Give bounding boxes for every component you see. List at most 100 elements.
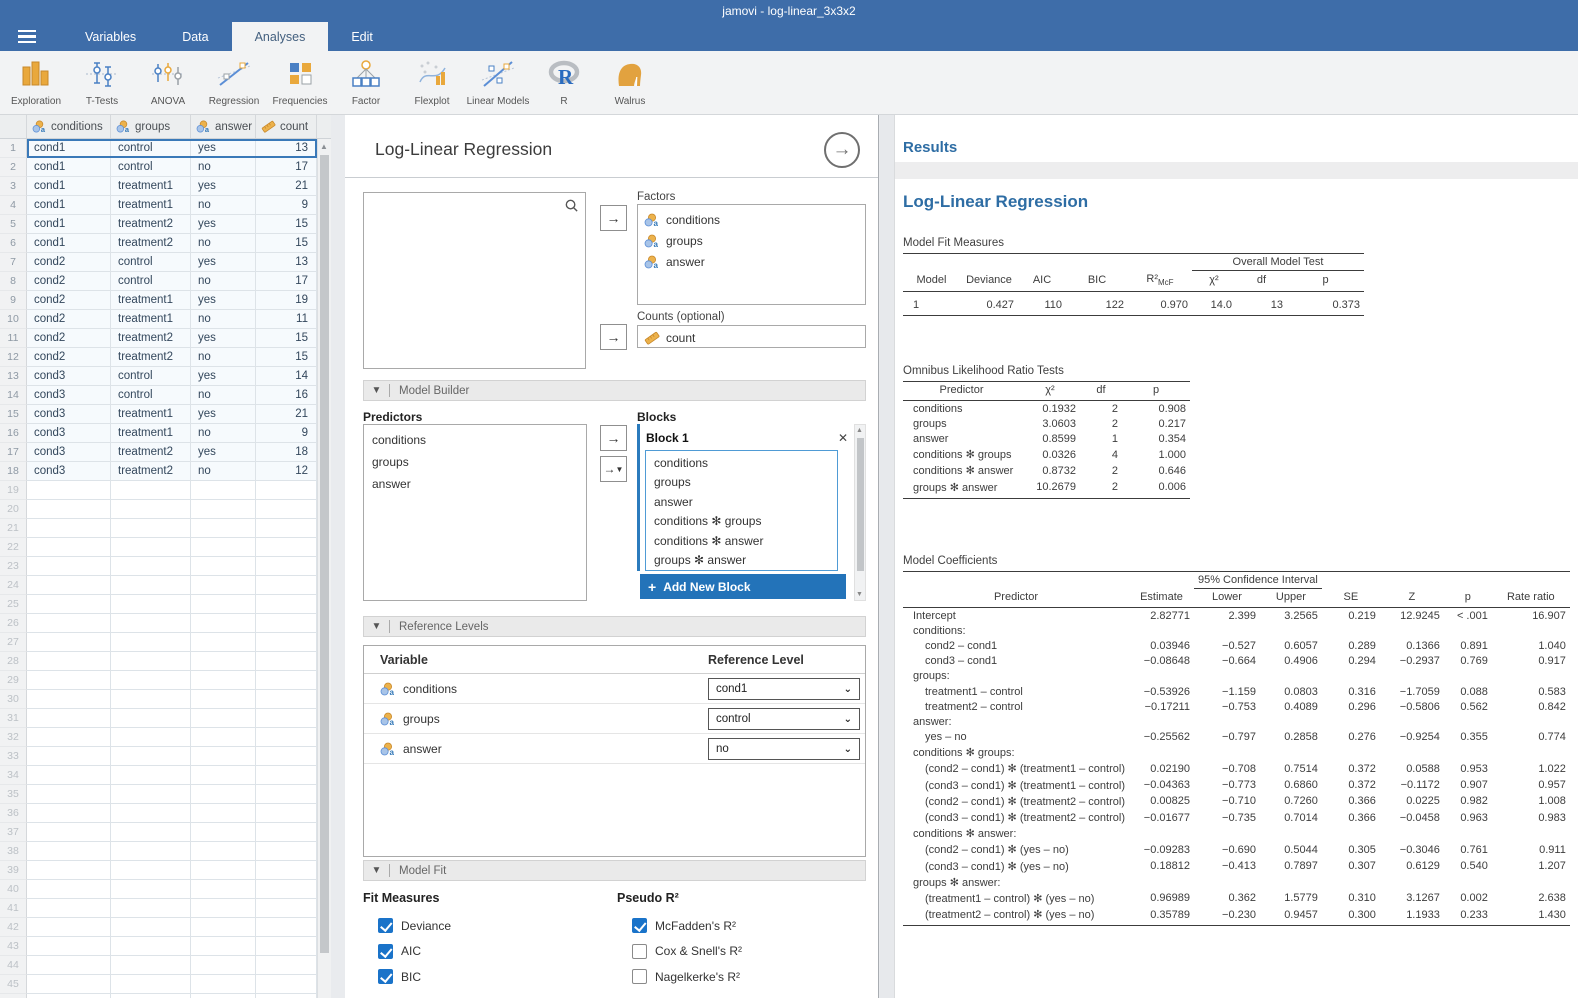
close-block-icon[interactable]: ✕	[838, 431, 852, 445]
row-number[interactable]: 40	[0, 880, 27, 899]
cell[interactable]	[111, 785, 191, 804]
cell[interactable]: cond2	[27, 348, 111, 367]
counts-list[interactable]: count	[637, 325, 866, 348]
predictor-item-groups[interactable]: groups	[364, 451, 586, 473]
cell[interactable]	[256, 899, 317, 918]
cell[interactable]: 12	[256, 462, 317, 481]
cell[interactable]	[111, 652, 191, 671]
hide-options-arrow-button[interactable]: →	[824, 132, 860, 168]
cell[interactable]: yes	[191, 177, 256, 196]
cell[interactable]	[111, 709, 191, 728]
row-number[interactable]: 35	[0, 785, 27, 804]
row-number[interactable]: 41	[0, 899, 27, 918]
block-term[interactable]: conditions ✻ groups	[646, 512, 837, 532]
cell[interactable]	[111, 671, 191, 690]
cell[interactable]: no	[191, 348, 256, 367]
cell[interactable]: 13	[256, 253, 317, 272]
row-number[interactable]: 28	[0, 652, 27, 671]
row-number[interactable]: 30	[0, 690, 27, 709]
row-number[interactable]: 19	[0, 481, 27, 500]
cell[interactable]: yes	[191, 443, 256, 462]
cell[interactable]: no	[191, 462, 256, 481]
block-terms-list[interactable]: conditionsgroupsanswerconditions ✻ group…	[645, 450, 838, 571]
cell[interactable]: yes	[191, 215, 256, 234]
cell[interactable]: yes	[191, 367, 256, 386]
cell[interactable]: cond1	[27, 158, 111, 177]
cell[interactable]	[27, 804, 111, 823]
cell[interactable]	[191, 804, 256, 823]
cell[interactable]: cond2	[27, 310, 111, 329]
cell[interactable]	[27, 481, 111, 500]
cell[interactable]: 15	[256, 234, 317, 253]
cell[interactable]	[256, 880, 317, 899]
cell[interactable]	[111, 994, 191, 998]
row-number[interactable]: 20	[0, 500, 27, 519]
ribbon-item-t-tests[interactable]: T-Tests	[69, 51, 135, 114]
cell[interactable]: yes	[191, 253, 256, 272]
row-number[interactable]: 6	[0, 234, 27, 253]
cell[interactable]: 19	[256, 291, 317, 310]
checkbox-nagelkerke-s-r-[interactable]	[632, 969, 647, 984]
cell[interactable]: treatment1	[111, 177, 191, 196]
variable-item-groups[interactable]: agroups	[638, 230, 865, 251]
ribbon-item-factor[interactable]: Factor	[333, 51, 399, 114]
cell[interactable]	[27, 576, 111, 595]
blocks-scrollbar[interactable]: ▲ ▼	[854, 424, 866, 601]
cell[interactable]	[256, 671, 317, 690]
cell[interactable]	[256, 481, 317, 500]
cell[interactable]: control	[111, 253, 191, 272]
cell[interactable]	[191, 481, 256, 500]
cell[interactable]: cond3	[27, 386, 111, 405]
cell[interactable]	[111, 766, 191, 785]
cell[interactable]: control	[111, 386, 191, 405]
column-header-groups[interactable]: agroups	[111, 115, 191, 138]
row-number[interactable]: 43	[0, 937, 27, 956]
ribbon-item-walrus[interactable]: Walrus	[597, 51, 663, 114]
cell[interactable]: no	[191, 196, 256, 215]
cell[interactable]	[27, 614, 111, 633]
row-number[interactable]: 32	[0, 728, 27, 747]
cell[interactable]	[27, 861, 111, 880]
cell[interactable]	[256, 766, 317, 785]
column-header-answer[interactable]: aanswer	[191, 115, 256, 138]
row-number[interactable]: 8	[0, 272, 27, 291]
cell[interactable]: cond3	[27, 405, 111, 424]
cell[interactable]	[27, 747, 111, 766]
cell[interactable]	[256, 975, 317, 994]
cell[interactable]	[191, 937, 256, 956]
cell[interactable]: yes	[191, 405, 256, 424]
cell[interactable]	[256, 842, 317, 861]
cell[interactable]: cond2	[27, 291, 111, 310]
row-number[interactable]: 45	[0, 975, 27, 994]
row-number[interactable]: 27	[0, 633, 27, 652]
scrollbar-thumb[interactable]	[857, 438, 864, 571]
cell[interactable]: treatment2	[111, 443, 191, 462]
chevron-down-icon[interactable]: ▼	[364, 865, 389, 876]
cell[interactable]	[27, 671, 111, 690]
cell[interactable]: treatment2	[111, 329, 191, 348]
cell[interactable]: no	[191, 158, 256, 177]
variable-item-conditions[interactable]: aconditions	[638, 209, 865, 230]
cell[interactable]	[111, 975, 191, 994]
tab-edit[interactable]: Edit	[328, 22, 396, 51]
cell[interactable]: treatment2	[111, 462, 191, 481]
chevron-down-icon[interactable]: ▼	[364, 385, 389, 396]
factors-list[interactable]: aconditionsagroupsaanswer	[637, 204, 866, 305]
cell[interactable]: treatment1	[111, 405, 191, 424]
chevron-down-icon[interactable]: ▼	[364, 621, 389, 632]
cell[interactable]	[256, 690, 317, 709]
cell[interactable]	[111, 899, 191, 918]
row-number[interactable]: 24	[0, 576, 27, 595]
checkbox-cox-snell-s-r-[interactable]	[632, 944, 647, 959]
cell[interactable]	[256, 652, 317, 671]
cell[interactable]	[111, 804, 191, 823]
cell[interactable]	[191, 994, 256, 998]
cell[interactable]	[111, 500, 191, 519]
section-reference-levels[interactable]: ▼ Reference Levels	[363, 616, 866, 637]
cell[interactable]: no	[191, 424, 256, 443]
cell[interactable]: 21	[256, 177, 317, 196]
cell[interactable]: treatment1	[111, 424, 191, 443]
row-number[interactable]: 12	[0, 348, 27, 367]
cell[interactable]: control	[111, 158, 191, 177]
cell[interactable]	[256, 956, 317, 975]
